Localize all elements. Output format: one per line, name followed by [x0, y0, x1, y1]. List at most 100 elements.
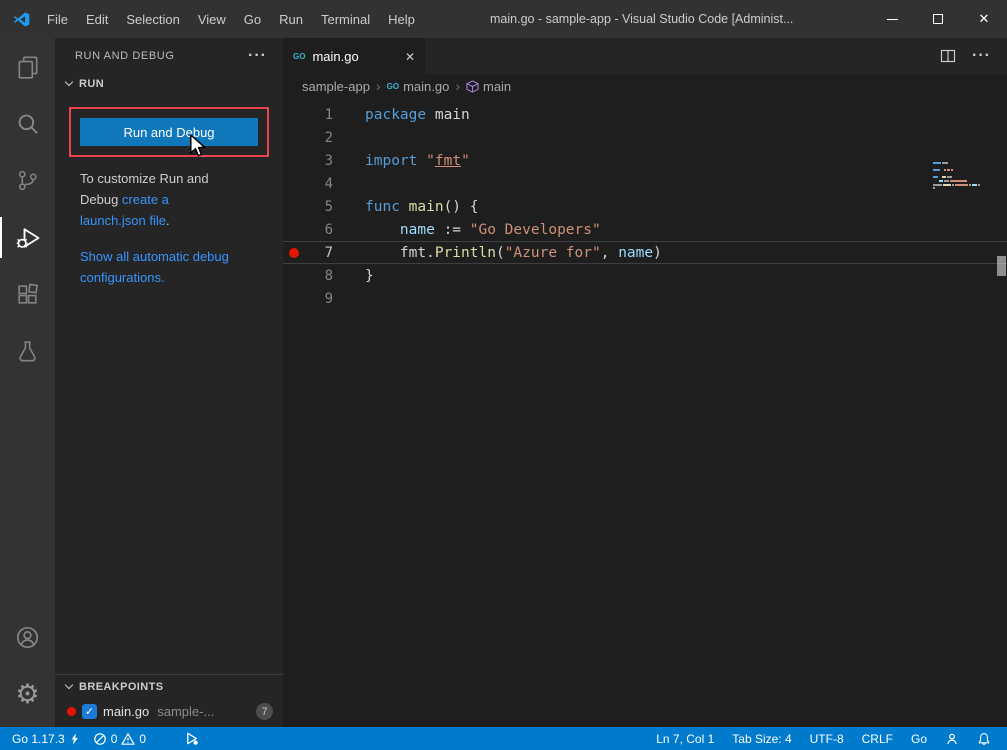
close-button[interactable]: [961, 0, 1007, 38]
breakpoints-header[interactable]: BREAKPOINTS: [55, 675, 283, 699]
activity-run-and-debug[interactable]: [0, 209, 55, 266]
error-icon: [93, 732, 107, 746]
git-branch-icon: [15, 168, 40, 193]
more-actions-icon[interactable]: [972, 47, 991, 65]
minimize-button[interactable]: [869, 0, 915, 38]
code-line-7[interactable]: 7 fmt.Println("Azure for", name): [283, 241, 1007, 264]
code-line-5[interactable]: 5func main() {: [283, 195, 1007, 218]
menu-edit[interactable]: Edit: [77, 0, 117, 38]
code-area[interactable]: 1package main23import "fmt"45func main()…: [283, 98, 1007, 310]
activity-testing[interactable]: [0, 323, 55, 380]
tab-main-go[interactable]: main.go: [283, 38, 425, 74]
menu-file[interactable]: File: [38, 0, 77, 38]
menu-help[interactable]: Help: [379, 0, 424, 38]
person-icon: [945, 732, 959, 746]
code-line-3[interactable]: 3import "fmt": [283, 149, 1007, 172]
tutorial-highlight-box: Run and Debug: [69, 107, 269, 157]
code-line-8[interactable]: 8}: [283, 264, 1007, 287]
beaker-icon: [15, 339, 40, 364]
line-number: 9: [305, 291, 333, 307]
breakpoint-dot-icon: [67, 707, 76, 716]
line-number: 7: [305, 245, 333, 261]
feedback-item[interactable]: [939, 727, 965, 750]
problems-item[interactable]: 0 0: [87, 727, 152, 750]
eol-sequence[interactable]: CRLF: [856, 727, 899, 750]
minimap[interactable]: [933, 162, 993, 194]
encoding[interactable]: UTF-8: [804, 727, 850, 750]
show-configs-link[interactable]: Show all automatic debug configurations.: [80, 249, 229, 285]
debug-status-icon: [184, 731, 199, 746]
activity-extensions[interactable]: [0, 266, 55, 323]
tab-bar: main.go: [283, 38, 1007, 74]
status-bar: Go 1.17.3 0 0: [0, 727, 1007, 750]
line-number: 2: [305, 130, 333, 146]
code-line-9[interactable]: 9: [283, 287, 1007, 310]
code-text: }: [333, 268, 374, 284]
extensions-icon: [15, 282, 40, 307]
go-version-item[interactable]: Go 1.17.3: [6, 727, 87, 750]
editor-group: main.go sample-app main.go: [283, 38, 1007, 727]
code-text: package main: [333, 107, 470, 123]
breakpoint-file: main.go: [103, 704, 149, 719]
customize-hint-period: .: [166, 213, 170, 228]
activity-search[interactable]: [0, 95, 55, 152]
menu-go[interactable]: Go: [235, 0, 270, 38]
line-number: 6: [305, 222, 333, 238]
code-line-4[interactable]: 4: [283, 172, 1007, 195]
breadcrumb-label: main: [483, 79, 511, 94]
breakpoint-count-badge: 7: [256, 703, 273, 720]
code-text: import "fmt": [333, 153, 470, 169]
code-text: name := "Go Developers": [333, 222, 601, 238]
menu-run[interactable]: Run: [270, 0, 312, 38]
lightning-icon: [69, 732, 81, 746]
status-bar-right: Ln 7, Col 1 Tab Size: 4 UTF-8 CRLF Go: [650, 727, 1007, 750]
notifications-item[interactable]: [971, 727, 997, 750]
breakpoint-dot[interactable]: [283, 248, 305, 258]
run-and-debug-button[interactable]: Run and Debug: [80, 118, 258, 146]
breakpoint-list-item[interactable]: main.go sample-... 7: [55, 699, 283, 724]
menu-view[interactable]: View: [189, 0, 235, 38]
warning-count: 0: [139, 732, 146, 746]
line-number: 8: [305, 268, 333, 284]
indentation[interactable]: Tab Size: 4: [726, 727, 797, 750]
breadcrumb-symbol[interactable]: main: [466, 79, 511, 94]
activity-source-control[interactable]: [0, 152, 55, 209]
chevron-right-icon: [376, 78, 381, 94]
status-bar-left: Go 1.17.3 0 0: [0, 727, 205, 750]
chevron-right-icon: [455, 78, 460, 94]
window-controls: [869, 0, 1007, 38]
window-title: main.go - sample-app - Visual Studio Cod…: [490, 0, 793, 38]
sidebar-title: RUN AND DEBUG: [75, 50, 174, 62]
account-icon: [14, 624, 41, 651]
auto-configs-hint: Show all automatic debug configurations.: [80, 246, 232, 288]
breakpoint-checkbox[interactable]: [82, 704, 97, 719]
code-line-2[interactable]: 2: [283, 126, 1007, 149]
more-actions-icon[interactable]: [248, 47, 267, 65]
cursor-position[interactable]: Ln 7, Col 1: [650, 727, 720, 750]
search-icon: [15, 111, 41, 137]
breadcrumb-folder[interactable]: sample-app: [302, 79, 370, 94]
line-number: 1: [305, 107, 333, 123]
debug-status-item[interactable]: [178, 727, 205, 750]
maximize-button[interactable]: [915, 0, 961, 38]
breadcrumb-label: sample-app: [302, 79, 370, 94]
language-mode[interactable]: Go: [905, 727, 933, 750]
run-debug-icon: [14, 224, 42, 252]
go-file-icon: [387, 82, 399, 91]
split-editor-icon[interactable]: [940, 48, 956, 64]
run-section-header[interactable]: RUN: [55, 73, 283, 95]
breakpoint-folder: sample-...: [157, 704, 214, 719]
menu-selection[interactable]: Selection: [117, 0, 188, 38]
activity-settings[interactable]: ⚙: [0, 666, 55, 723]
code-text: func main() {: [333, 199, 479, 215]
chevron-down-icon: [65, 681, 73, 689]
activity-account[interactable]: [0, 609, 55, 666]
run-section-label: RUN: [79, 78, 104, 90]
code-line-6[interactable]: 6 name := "Go Developers": [283, 218, 1007, 241]
code-line-1[interactable]: 1package main: [283, 103, 1007, 126]
tab-close-icon[interactable]: [405, 49, 415, 64]
menu-terminal[interactable]: Terminal: [312, 0, 379, 38]
scrollbar-thumb[interactable]: [997, 256, 1006, 276]
breadcrumb-file[interactable]: main.go: [387, 79, 450, 94]
activity-explorer[interactable]: [0, 38, 55, 95]
